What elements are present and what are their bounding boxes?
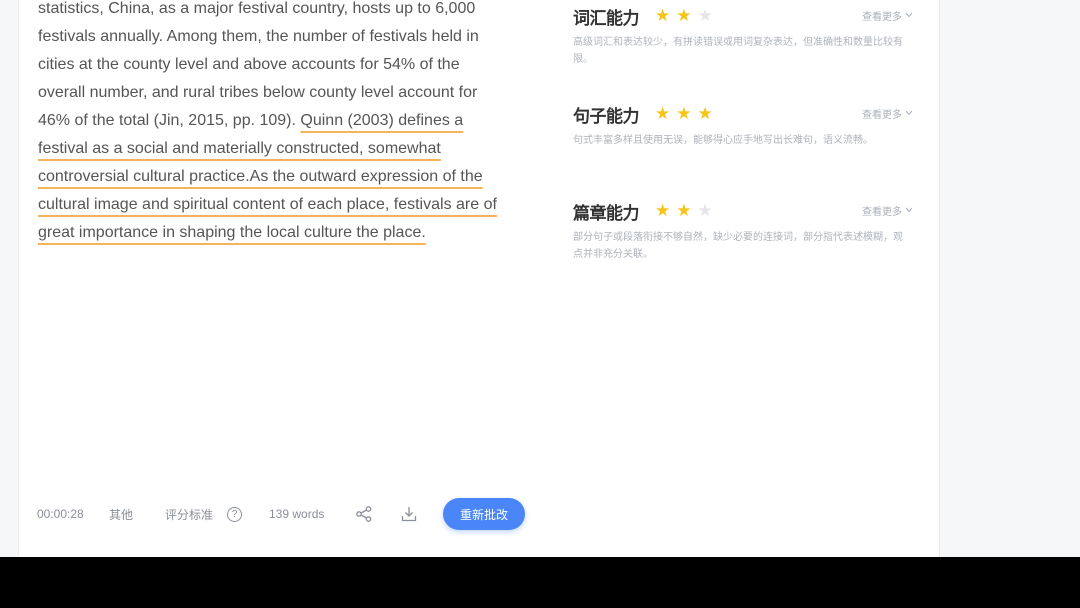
essay-line: cities at the county level and above acc… (38, 56, 460, 73)
essay-text: statistics, China, as a major festival c… (38, 0, 534, 247)
criteria-button[interactable]: 评分标准 (165, 498, 213, 530)
star-rating: ★ ★ ★ (655, 6, 713, 26)
essay-line: overall number, and rural tribes below c… (38, 84, 478, 101)
essay-footer: 00:00:28 其他 评分标准 ? 139 words 重新批改 (19, 498, 545, 530)
essay-line: statistics, China, as a major festival c… (38, 0, 476, 17)
ability-discourse: 篇章能力 ★ ★ ★ 查看更多 部分句子或段落衔接不够自然，缺少必要的连接词，部… (573, 199, 913, 263)
chevron-down-icon (905, 108, 913, 119)
ability-panel: 词汇能力 ★ ★ ★ 查看更多 高级词汇和表达较少，有拼读错误或用词复杂表达，但… (545, 0, 940, 557)
essay-panel: statistics, China, as a major festival c… (18, 0, 546, 557)
ability-description: 部分句子或段落衔接不够自然，缺少必要的连接词，部分指代表述模糊，观点并非充分关联… (573, 232, 903, 260)
view-more-link[interactable]: 查看更多 (862, 106, 913, 121)
view-more-label: 查看更多 (862, 12, 902, 23)
download-icon[interactable] (400, 498, 418, 530)
view-more-link[interactable]: 查看更多 (862, 203, 913, 218)
app-screen: statistics, China, as a major festival c… (0, 0, 1080, 557)
ability-sentence: 句子能力 ★ ★ ★ 查看更多 句式丰富多样且使用无误，能够得心应手地写出长难句… (573, 102, 913, 149)
star-icon: ★ (676, 201, 692, 221)
star-icon: ★ (676, 6, 692, 26)
regrade-button[interactable]: 重新批改 (443, 498, 525, 530)
ability-description: 句式丰富多样且使用无误，能够得心应手地写出长难句，语义流畅。 (573, 135, 873, 146)
view-more-label: 查看更多 (862, 110, 902, 121)
ability-title: 篇章能力 (573, 204, 640, 224)
essay-line: festivals annually. Among them, the numb… (38, 28, 479, 45)
view-more-link[interactable]: 查看更多 (862, 8, 913, 23)
star-rating: ★ ★ ★ (655, 104, 713, 124)
star-icon: ★ (655, 6, 671, 26)
highlighted-sentence[interactable]: festival as a social and materially cons… (38, 135, 534, 163)
star-icon: ★ (676, 104, 692, 124)
star-icon: ★ (697, 201, 713, 221)
star-rating: ★ ★ ★ (655, 201, 713, 221)
other-button[interactable]: 其他 (109, 498, 133, 530)
star-icon: ★ (697, 6, 713, 26)
chevron-down-icon (905, 205, 913, 216)
star-icon: ★ (655, 201, 671, 221)
help-icon[interactable]: ? (227, 498, 242, 530)
ability-title: 词汇能力 (573, 9, 640, 29)
essay-sentence: 46% of the total (Jin, 2015, pp. 109). (38, 112, 296, 129)
share-icon[interactable] (355, 498, 373, 530)
highlighted-sentence[interactable]: controversial cultural practice.As the o… (38, 163, 534, 191)
star-icon: ★ (655, 104, 671, 124)
timer: 00:00:28 (37, 507, 84, 521)
highlighted-sentence[interactable]: Quinn (2003) defines a (300, 112, 463, 129)
highlighted-sentence[interactable]: cultural image and spiritual content of … (38, 191, 534, 219)
star-icon: ★ (697, 104, 713, 124)
chevron-down-icon (905, 10, 913, 21)
word-count: 139 words (269, 507, 325, 521)
essay-line: 46% of the total (Jin, 2015, pp. 109). Q… (38, 107, 534, 135)
ability-vocabulary: 词汇能力 ★ ★ ★ 查看更多 高级词汇和表达较少，有拼读错误或用词复杂表达，但… (573, 4, 913, 68)
ability-description: 高级词汇和表达较少，有拼读错误或用词复杂表达，但准确性和数量比较有限。 (573, 37, 903, 65)
ability-title: 句子能力 (573, 107, 640, 127)
highlighted-sentence[interactable]: great importance in shaping the local cu… (38, 219, 534, 247)
view-more-label: 查看更多 (862, 207, 902, 218)
question-icon: ? (227, 506, 242, 522)
